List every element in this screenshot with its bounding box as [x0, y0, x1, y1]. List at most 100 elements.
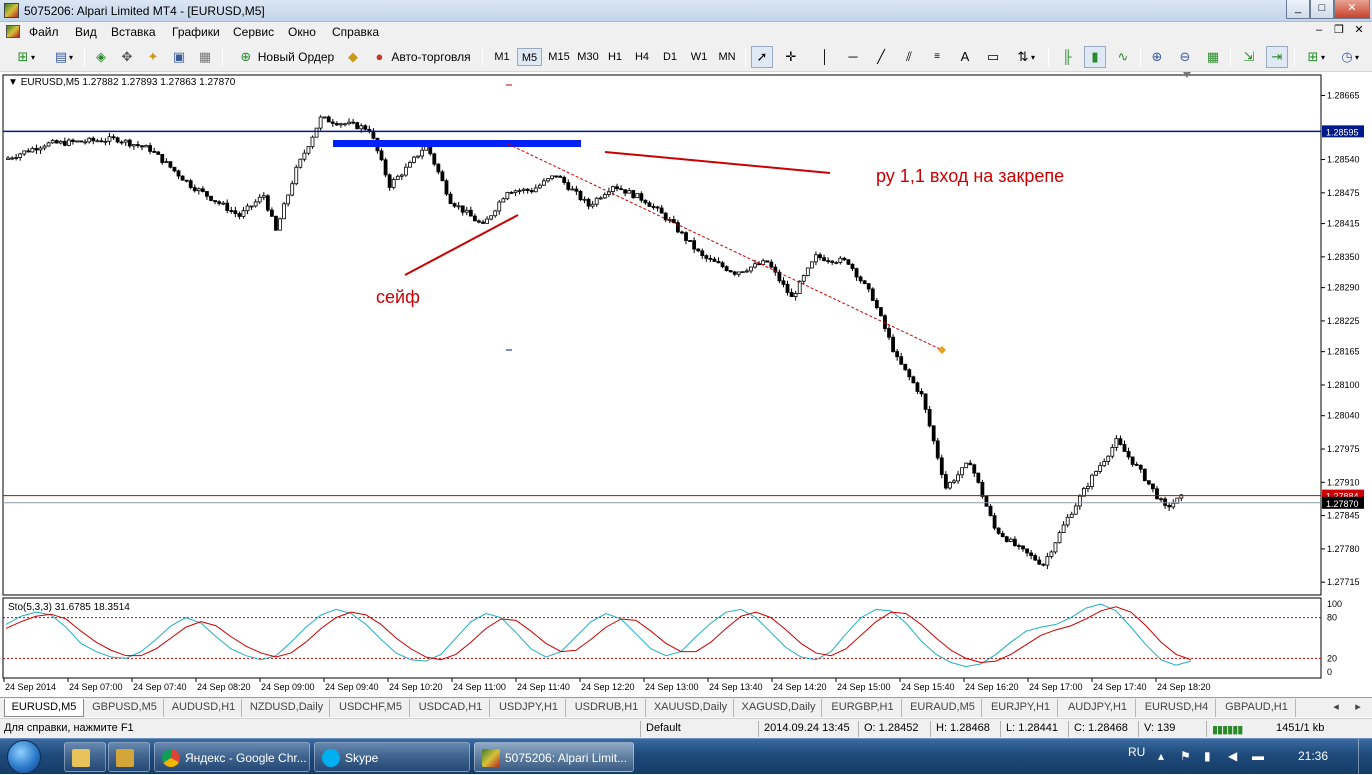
- new-chart-button[interactable]: ⊞ ▾: [8, 46, 42, 68]
- timeframe-d1[interactable]: D1: [658, 48, 682, 66]
- tab-eurusd-m5[interactable]: EURUSD,M5: [4, 699, 84, 717]
- price-tick-label: 1.28665: [1327, 90, 1360, 100]
- menu-insert[interactable]: Вставка: [111, 25, 156, 39]
- tray-flag-icon[interactable]: ⚑: [1180, 749, 1191, 763]
- candle-body: [728, 270, 733, 273]
- candle-body: [148, 145, 153, 152]
- tab-usdchf-m5[interactable]: USDCHF,M5: [332, 699, 410, 717]
- autotrading-button[interactable]: ● Авто-торговля: [368, 46, 474, 68]
- tab-usdjpy-h1[interactable]: USDJPY,H1: [492, 699, 566, 717]
- tab-eurgbp-h1[interactable]: EURGBP,H1: [824, 699, 902, 717]
- menu-window[interactable]: Окно: [288, 25, 316, 39]
- clock[interactable]: 21:36: [1298, 749, 1328, 763]
- new-order-icon: ⊕: [240, 49, 252, 64]
- time-axis: 24 Sep 2014 24 Sep 07:00 24 Sep 07:40 24 Se…: [3, 678, 1211, 692]
- tab-eurjpy-h1[interactable]: EURJPY,H1: [984, 699, 1058, 717]
- timeframe-mn[interactable]: MN: [714, 48, 740, 66]
- text-button[interactable]: A: [954, 46, 976, 68]
- timeframe-h4[interactable]: H4: [630, 48, 654, 66]
- menu-charts[interactable]: Графики: [172, 25, 220, 39]
- timeframe-m15[interactable]: M15: [545, 48, 573, 66]
- tab-xagusd-daily[interactable]: XAGUSD,Daily: [736, 699, 822, 717]
- tab-euraud-m5[interactable]: EURAUD,M5: [904, 699, 982, 717]
- stoch-tick-label: 20: [1327, 653, 1337, 663]
- market-watch-button[interactable]: ◈: [90, 46, 112, 68]
- mdi-restore-button[interactable]: ❐: [1332, 25, 1346, 38]
- tray-power-icon[interactable]: ▬: [1252, 749, 1264, 763]
- horizontal-line-button[interactable]: ─: [842, 46, 864, 68]
- tray-speaker-icon[interactable]: ◀: [1228, 749, 1237, 763]
- timeframe-h1[interactable]: H1: [603, 48, 627, 66]
- timeframe-m30[interactable]: M30: [574, 48, 602, 66]
- text-label-button[interactable]: ▭: [982, 46, 1004, 68]
- taskbar-skype-button[interactable]: Skype: [314, 742, 470, 772]
- tester-button[interactable]: ▦: [194, 46, 216, 68]
- candle-body: [152, 151, 157, 153]
- taskbar-chrome-button[interactable]: Яндекс - Google Chr...: [154, 742, 310, 772]
- data-window-button[interactable]: ✦: [142, 46, 164, 68]
- zoom-in-button[interactable]: ⊕: [1146, 46, 1168, 68]
- tile-windows-button[interactable]: ▦: [1202, 46, 1224, 68]
- menu-file[interactable]: Файл: [29, 25, 59, 39]
- minimize-button[interactable]: _: [1286, 0, 1310, 19]
- line-chart-button[interactable]: ∿: [1112, 46, 1134, 68]
- timeframe-w1[interactable]: W1: [686, 48, 712, 66]
- indicators-button[interactable]: ⊞ ▾: [1300, 46, 1330, 68]
- chart-shift-button[interactable]: ⇥: [1266, 46, 1288, 68]
- tab-xauusd-daily[interactable]: XAUUSD,Daily: [648, 699, 734, 717]
- menu-view[interactable]: Вид: [75, 25, 97, 39]
- candle-body: [700, 250, 705, 257]
- bar-chart-button[interactable]: ╟: [1056, 46, 1078, 68]
- periods-button[interactable]: ◷ ▾: [1334, 46, 1364, 68]
- zoom-out-button[interactable]: ⊖: [1174, 46, 1196, 68]
- tab-eurusd-h4[interactable]: EURUSD,H4: [1138, 699, 1216, 717]
- candle-body: [253, 201, 258, 207]
- mdi-close-button[interactable]: ✕: [1352, 25, 1366, 38]
- language-indicator[interactable]: RU: [1128, 745, 1145, 759]
- autotrading-icon: ●: [375, 49, 384, 64]
- tab-usdcad-h1[interactable]: USDCAD,H1: [412, 699, 490, 717]
- tab-audjpy-h1[interactable]: AUDJPY,H1: [1060, 699, 1136, 717]
- tab-gbpusd-m5[interactable]: GBPUSD,M5: [86, 699, 164, 717]
- tab-gbpaud-h1[interactable]: GBPAUD,H1: [1218, 699, 1296, 717]
- autoscroll-button[interactable]: ⇲: [1238, 46, 1260, 68]
- tray-network-icon[interactable]: ▮: [1204, 749, 1211, 763]
- cursor-button[interactable]: ➚: [751, 46, 773, 68]
- menu-help[interactable]: Справка: [332, 25, 379, 39]
- vertical-line-button[interactable]: │: [814, 46, 836, 68]
- mdi-minimize-button[interactable]: –: [1312, 25, 1326, 38]
- arrows-button[interactable]: ⇅ ▾: [1010, 46, 1040, 68]
- taskbar-mt4-button[interactable]: 5075206: Alpari Limit...: [474, 742, 634, 772]
- candle-body: [343, 123, 347, 126]
- fibonacci-button[interactable]: ≡: [926, 46, 948, 68]
- tabs-scroll-left[interactable]: ◂: [1326, 699, 1346, 717]
- maximize-button[interactable]: □: [1310, 0, 1334, 19]
- navigator-button[interactable]: ✥: [116, 46, 138, 68]
- timeframe-m1[interactable]: M1: [490, 48, 514, 66]
- show-desktop-button[interactable]: [1358, 739, 1372, 775]
- terminal-button[interactable]: ▣: [168, 46, 190, 68]
- tray-arrow-icon[interactable]: ▴: [1158, 749, 1164, 763]
- candlestick-button[interactable]: ▮: [1084, 46, 1106, 68]
- tab-nzdusd-daily[interactable]: NZDUSD,Daily: [244, 699, 330, 717]
- candle-body: [318, 116, 323, 129]
- chart-window[interactable]: 1.28665 1.28595 1.28540 1.28475 1.28415 1.283…: [0, 72, 1372, 697]
- new-order-button[interactable]: ⊕ Новый Ордер: [236, 46, 336, 68]
- candle-body: [1012, 538, 1017, 547]
- tab-audusd-h1[interactable]: AUDUSD,H1: [166, 699, 242, 717]
- tab-usdrub-h1[interactable]: USDRUB,H1: [568, 699, 646, 717]
- trendline-button[interactable]: ╱: [870, 46, 892, 68]
- chart-canvas[interactable]: 1.28665 1.28595 1.28540 1.28475 1.28415 1.283…: [0, 72, 1372, 697]
- taskbar-mt4-pin-button[interactable]: [108, 742, 150, 772]
- metaeditor-button[interactable]: ◆: [342, 46, 364, 68]
- start-button[interactable]: [7, 740, 41, 774]
- channel-button[interactable]: ⫽: [898, 46, 920, 68]
- profiles-button[interactable]: ▤ ▾: [46, 46, 80, 68]
- timeframe-m5[interactable]: M5: [517, 48, 542, 66]
- crosshair-tool-button[interactable]: ✛: [780, 46, 802, 68]
- menu-tools[interactable]: Сервис: [233, 25, 274, 39]
- tabs-scroll-right[interactable]: ▸: [1348, 699, 1368, 717]
- taskbar-explorer-button[interactable]: [64, 742, 106, 772]
- close-button[interactable]: ✕: [1334, 0, 1370, 19]
- candle-body: [1037, 559, 1042, 565]
